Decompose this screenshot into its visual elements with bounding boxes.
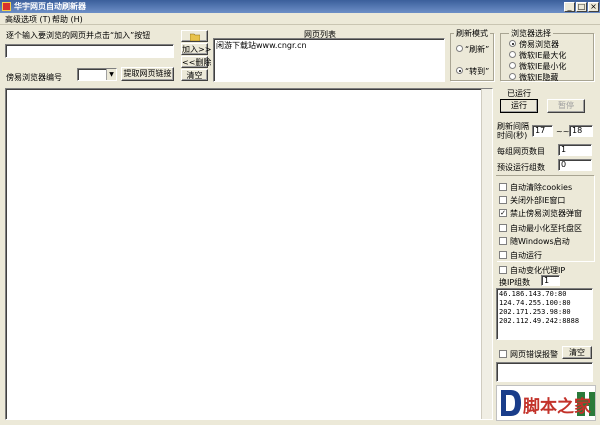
browser-no-label: 傍易浏览器编号 [6,73,62,82]
pages-per-group-label: 每组网页数目 [497,147,545,156]
browser-radio-ie-hidden[interactable] [509,73,516,80]
browser-radio-ie-max[interactable] [509,51,516,58]
run-button[interactable]: 运行 [500,99,538,113]
proxy-change-input[interactable]: 1 [541,275,560,286]
menu-help[interactable]: 帮助 (H) [52,14,83,25]
clear-log-button[interactable]: 清空 [562,346,592,359]
browser-label-ie-hidden: 微软IE隐藏 [519,73,559,82]
proxy-change-label: 换IP组数 [499,278,531,287]
pause-button[interactable]: 暂停 [547,99,585,113]
window-title: 华宇网页自动刷新器 [14,2,86,11]
refresh-mode-group: 刷新模式 “刷新” “转到” [450,28,494,81]
option-label-block-popup: 禁止傍易浏览器弹窗 [510,209,582,218]
error-alert-label: 网页错误报警 [510,350,558,359]
menu-bar: 高级选项 (T) 帮助 (H) [0,13,600,25]
url-input[interactable] [5,44,174,58]
delete-button[interactable]: <<删除 [181,56,211,68]
app-icon [2,2,11,11]
clear-list-button[interactable]: 清空 [181,69,208,81]
browser-scrollbar[interactable] [481,89,492,419]
browser-no-select[interactable]: ▼ [77,68,117,81]
url-instruction: 逐个输入要浏览的网页并点击“加入”按钮 [6,31,151,40]
interval-max-input[interactable]: 18 [569,125,593,137]
interval-separator: ~~ [556,127,570,136]
error-alert-checkbox[interactable] [499,350,507,358]
refresh-mode-label-goto: “转到” [465,67,490,76]
refresh-mode-radio-goto[interactable] [456,67,463,74]
refresh-mode-radio-refresh[interactable] [456,45,463,52]
option-checkbox-close-ie[interactable] [499,196,507,204]
page-list-box[interactable]: 闲游下载站www.cngr.cn [213,38,445,82]
add-button[interactable]: 加入>> [181,43,211,55]
title-bar: 华宇网页自动刷新器 _ □ × [0,0,600,13]
option-label-start-with-windows: 随Windows启动 [510,237,570,246]
browser-label-ie-max: 微软IE最大化 [519,51,567,60]
option-checkbox-clear-cookies[interactable] [499,183,507,191]
menu-advanced-options[interactable]: 高级选项 (T) [5,14,51,25]
maximize-button[interactable]: □ [576,2,587,12]
browser-label-bangyi: 傍易浏览器 [519,40,559,49]
proxy-list-item[interactable]: 124.74.255.100:80 [499,299,571,307]
refresh-mode-title: 刷新模式 [454,28,490,39]
option-label-auto-run: 自动运行 [510,251,542,260]
browser-select-group: 浏览器选择 傍易浏览器 微软IE最大化 微软IE最小化 微软IE隐藏 [500,28,594,82]
pages-per-group-input[interactable]: 1 [558,144,592,156]
option-label-clear-cookies: 自动清除cookies [510,183,573,192]
browser-radio-bangyi[interactable] [509,40,516,47]
preset-groups-label: 预设运行组数 [497,163,545,172]
refresh-mode-label-refresh: “刷新” [465,45,490,54]
proxy-list-item[interactable]: 202.171.253.98:80 [499,308,571,316]
status-label: 已运行 [507,89,531,98]
fetch-links-button[interactable]: 提取网页链接 [121,67,174,81]
folder-icon [189,33,200,42]
browser-view-area[interactable] [5,88,493,420]
logo-text: 脚本之家 [523,397,591,417]
browser-radio-ie-min[interactable] [509,62,516,69]
proxy-list-item[interactable]: 202.112.49.242:8888 [499,317,579,325]
minimize-button[interactable]: _ [564,2,575,12]
open-folder-button[interactable] [181,30,208,42]
interval-min-input[interactable]: 17 [532,125,553,137]
preset-groups-input[interactable]: 0 [558,159,592,171]
chevron-down-icon[interactable]: ▼ [106,69,116,80]
alert-log-box[interactable] [496,362,593,382]
page-list-item[interactable]: 闲游下载站www.cngr.cn [216,40,307,51]
proxy-list-box[interactable]: 46.186.143.70:80 124.74.255.100:80 202.1… [496,288,593,340]
proxy-list-item[interactable]: 46.186.143.70:80 [499,290,566,298]
close-button[interactable]: × [588,2,599,12]
option-checkbox-auto-run[interactable] [499,251,507,259]
browser-label-ie-min: 微软IE最小化 [519,62,567,71]
option-checkbox-minimize-tray[interactable] [499,224,507,232]
option-label-minimize-tray: 自动最小化至托盘区 [510,224,582,233]
option-checkbox-block-popup[interactable]: ✓ [499,209,507,217]
option-checkbox-start-with-windows[interactable] [499,237,507,245]
logo-area: 脚本之家 [496,385,596,421]
option-checkbox-auto-proxy[interactable] [499,266,507,274]
interval-label: 刷新间隔 时间(秒) [497,122,529,140]
browser-select-title: 浏览器选择 [509,28,553,39]
option-label-close-ie: 关闭外部IE窗口 [510,196,566,205]
